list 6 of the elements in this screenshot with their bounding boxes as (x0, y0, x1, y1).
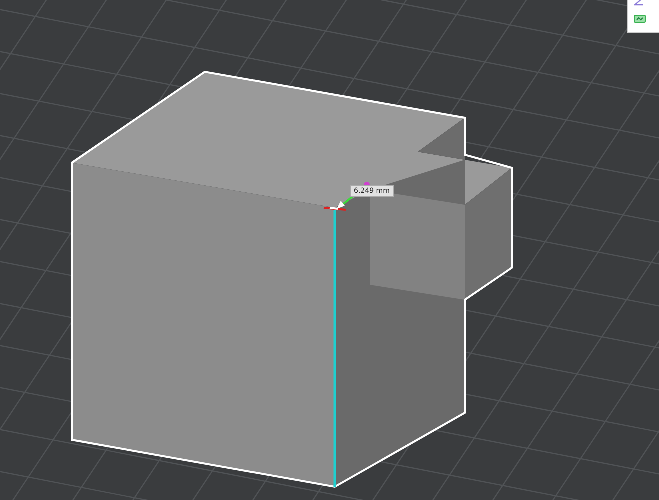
vertex-marker-icon (324, 207, 346, 211)
display-icon[interactable] (634, 15, 646, 23)
protrusion-side-face[interactable] (465, 168, 512, 300)
notch-face[interactable] (418, 118, 465, 160)
top-face[interactable] (72, 72, 512, 208)
front-face[interactable] (72, 163, 335, 487)
